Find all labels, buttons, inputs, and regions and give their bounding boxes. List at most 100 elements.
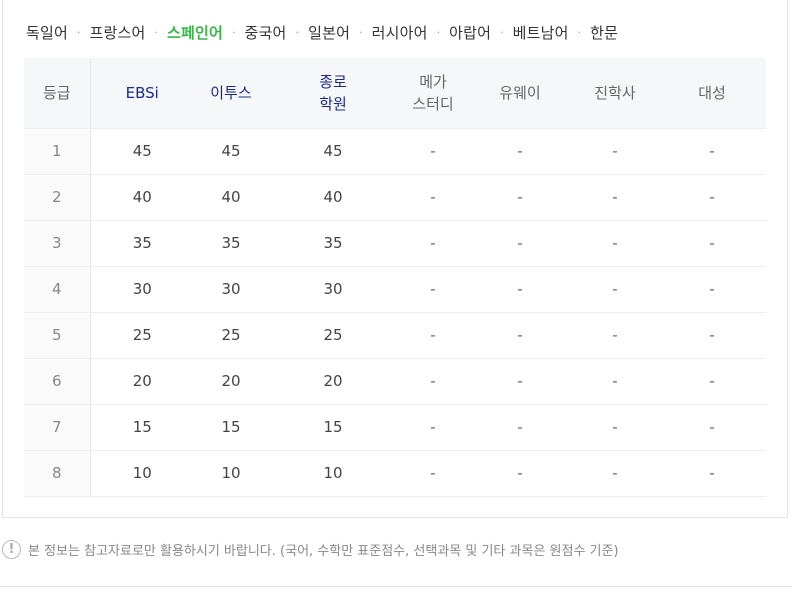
cell-jinhak: -: [572, 128, 658, 175]
cell-grade: 6: [24, 358, 91, 405]
cell-jinhak: -: [572, 312, 658, 359]
cell-grade: 2: [24, 174, 91, 221]
tab-separator: ·: [500, 25, 504, 39]
cell-jinhak: -: [572, 266, 658, 313]
table-row: 6 20 20 20- - - -: [24, 358, 766, 405]
tab-language-4[interactable]: 일본어: [308, 22, 350, 43]
cell-etoos: 15: [194, 404, 268, 451]
cell-daesung: -: [658, 358, 766, 405]
tab-language-1[interactable]: 프랑스어: [90, 22, 146, 43]
cell-ebsi: 30: [90, 266, 194, 313]
cell-etoos: 40: [194, 174, 268, 221]
cell-jongro: 10: [268, 450, 398, 497]
cell-jongro: 40: [268, 174, 398, 221]
cell-daesung: -: [658, 174, 766, 221]
notice-bar: ! 본 정보는 참고자료로만 활용하시기 바랍니다. (국어, 수학만 표준점수…: [2, 538, 619, 560]
cell-daesung: -: [658, 220, 766, 267]
cell-etoos: 35: [194, 220, 268, 267]
cell-mega: -: [398, 174, 468, 221]
cell-uway: -: [468, 174, 572, 221]
table-row: 4 30 30 30- - - -: [24, 266, 766, 313]
cell-etoos: 25: [194, 312, 268, 359]
cell-ebsi: 10: [90, 450, 194, 497]
language-tab-bar: 독일어 · 프랑스어 · 스페인어 · 중국어 · 일본어 · 러시아어 · 아랍어 · 베트남어 · 한문: [26, 20, 618, 44]
cell-jongro: 30: [268, 266, 398, 313]
header-grade: 등급: [24, 58, 91, 129]
cell-grade: 1: [24, 128, 91, 175]
bottom-divider: [0, 586, 792, 587]
cell-jinhak: -: [572, 358, 658, 405]
cell-grade: 7: [24, 404, 91, 451]
cell-uway: -: [468, 220, 572, 267]
cell-daesung: -: [658, 450, 766, 497]
header-megastudy: 메가 스터디: [398, 58, 468, 129]
cell-uway: -: [468, 312, 572, 359]
grade-cut-table: 등급 EBSi 이투스 종로 학원 메가 스터디 유웨이 진학사 대성 1 45 45 4…: [24, 58, 766, 497]
cell-ebsi: 35: [90, 220, 194, 267]
table-row: 1 45 45 45- - - -: [24, 128, 766, 175]
cell-jinhak: -: [572, 220, 658, 267]
cell-grade: 8: [24, 450, 91, 497]
header-uway: 유웨이: [468, 58, 572, 129]
cell-ebsi: 40: [90, 174, 194, 221]
cell-mega: -: [398, 450, 468, 497]
cell-uway: -: [468, 266, 572, 313]
tab-separator: ·: [154, 25, 159, 39]
cell-jongro: 35: [268, 220, 398, 267]
cell-grade: 5: [24, 312, 91, 359]
cell-jinhak: -: [572, 450, 658, 497]
cell-ebsi: 15: [90, 404, 194, 451]
table-row: 5 25 25 25- - - -: [24, 312, 766, 359]
cell-daesung: -: [658, 128, 766, 175]
tab-separator: ·: [359, 25, 363, 39]
cell-uway: -: [468, 450, 572, 497]
cell-mega: -: [398, 220, 468, 267]
cell-ebsi: 25: [90, 312, 194, 359]
cell-jongro: 45: [268, 128, 398, 175]
header-jongro: 종로 학원: [268, 58, 398, 129]
tab-language-6[interactable]: 아랍어: [449, 22, 491, 43]
table-row: 2 40 40 40- - - -: [24, 174, 766, 221]
cell-jongro: 15: [268, 404, 398, 451]
tab-language-0[interactable]: 독일어: [26, 22, 68, 43]
tab-language-3[interactable]: 중국어: [245, 22, 287, 43]
cell-grade: 3: [24, 220, 91, 267]
tab-language-2[interactable]: 스페인어: [167, 22, 223, 43]
cell-mega: -: [398, 312, 468, 359]
cell-jongro: 25: [268, 312, 398, 359]
cell-mega: -: [398, 266, 468, 313]
header-etoos: 이투스: [194, 58, 268, 129]
cell-jongro: 20: [268, 358, 398, 405]
table-row: 7 15 15 15- - - -: [24, 404, 766, 451]
tab-language-7[interactable]: 베트남어: [513, 22, 569, 43]
tab-separator: ·: [77, 25, 81, 39]
cell-ebsi: 20: [90, 358, 194, 405]
cell-uway: -: [468, 128, 572, 175]
cell-daesung: -: [658, 312, 766, 359]
cell-mega: -: [398, 404, 468, 451]
cell-etoos: 10: [194, 450, 268, 497]
header-jinhak: 진학사: [572, 58, 658, 129]
tab-separator: ·: [577, 25, 582, 39]
cell-jinhak: -: [572, 404, 658, 451]
tab-language-8[interactable]: 한문: [590, 22, 618, 43]
cell-etoos: 45: [194, 128, 268, 175]
cell-daesung: -: [658, 266, 766, 313]
cell-etoos: 30: [194, 266, 268, 313]
cell-uway: -: [468, 404, 572, 451]
cell-mega: -: [398, 358, 468, 405]
tab-language-5[interactable]: 러시아어: [372, 22, 428, 43]
cell-etoos: 20: [194, 358, 268, 405]
cell-daesung: -: [658, 404, 766, 451]
table-row: 3 35 35 35- - - -: [24, 220, 766, 267]
cell-uway: -: [468, 358, 572, 405]
cell-mega: -: [398, 128, 468, 175]
table-row: 8 10 10 10- - - -: [24, 450, 766, 497]
header-daesung: 대성: [658, 58, 766, 129]
tab-separator: ·: [232, 25, 236, 39]
exclamation-circle-icon: !: [2, 539, 21, 559]
header-ebsi: EBSi: [90, 58, 194, 129]
notice-text: 본 정보는 참고자료로만 활용하시기 바랍니다. (국어, 수학만 표준점수, …: [28, 543, 619, 559]
cell-grade: 4: [24, 266, 91, 313]
cell-jinhak: -: [572, 174, 658, 221]
